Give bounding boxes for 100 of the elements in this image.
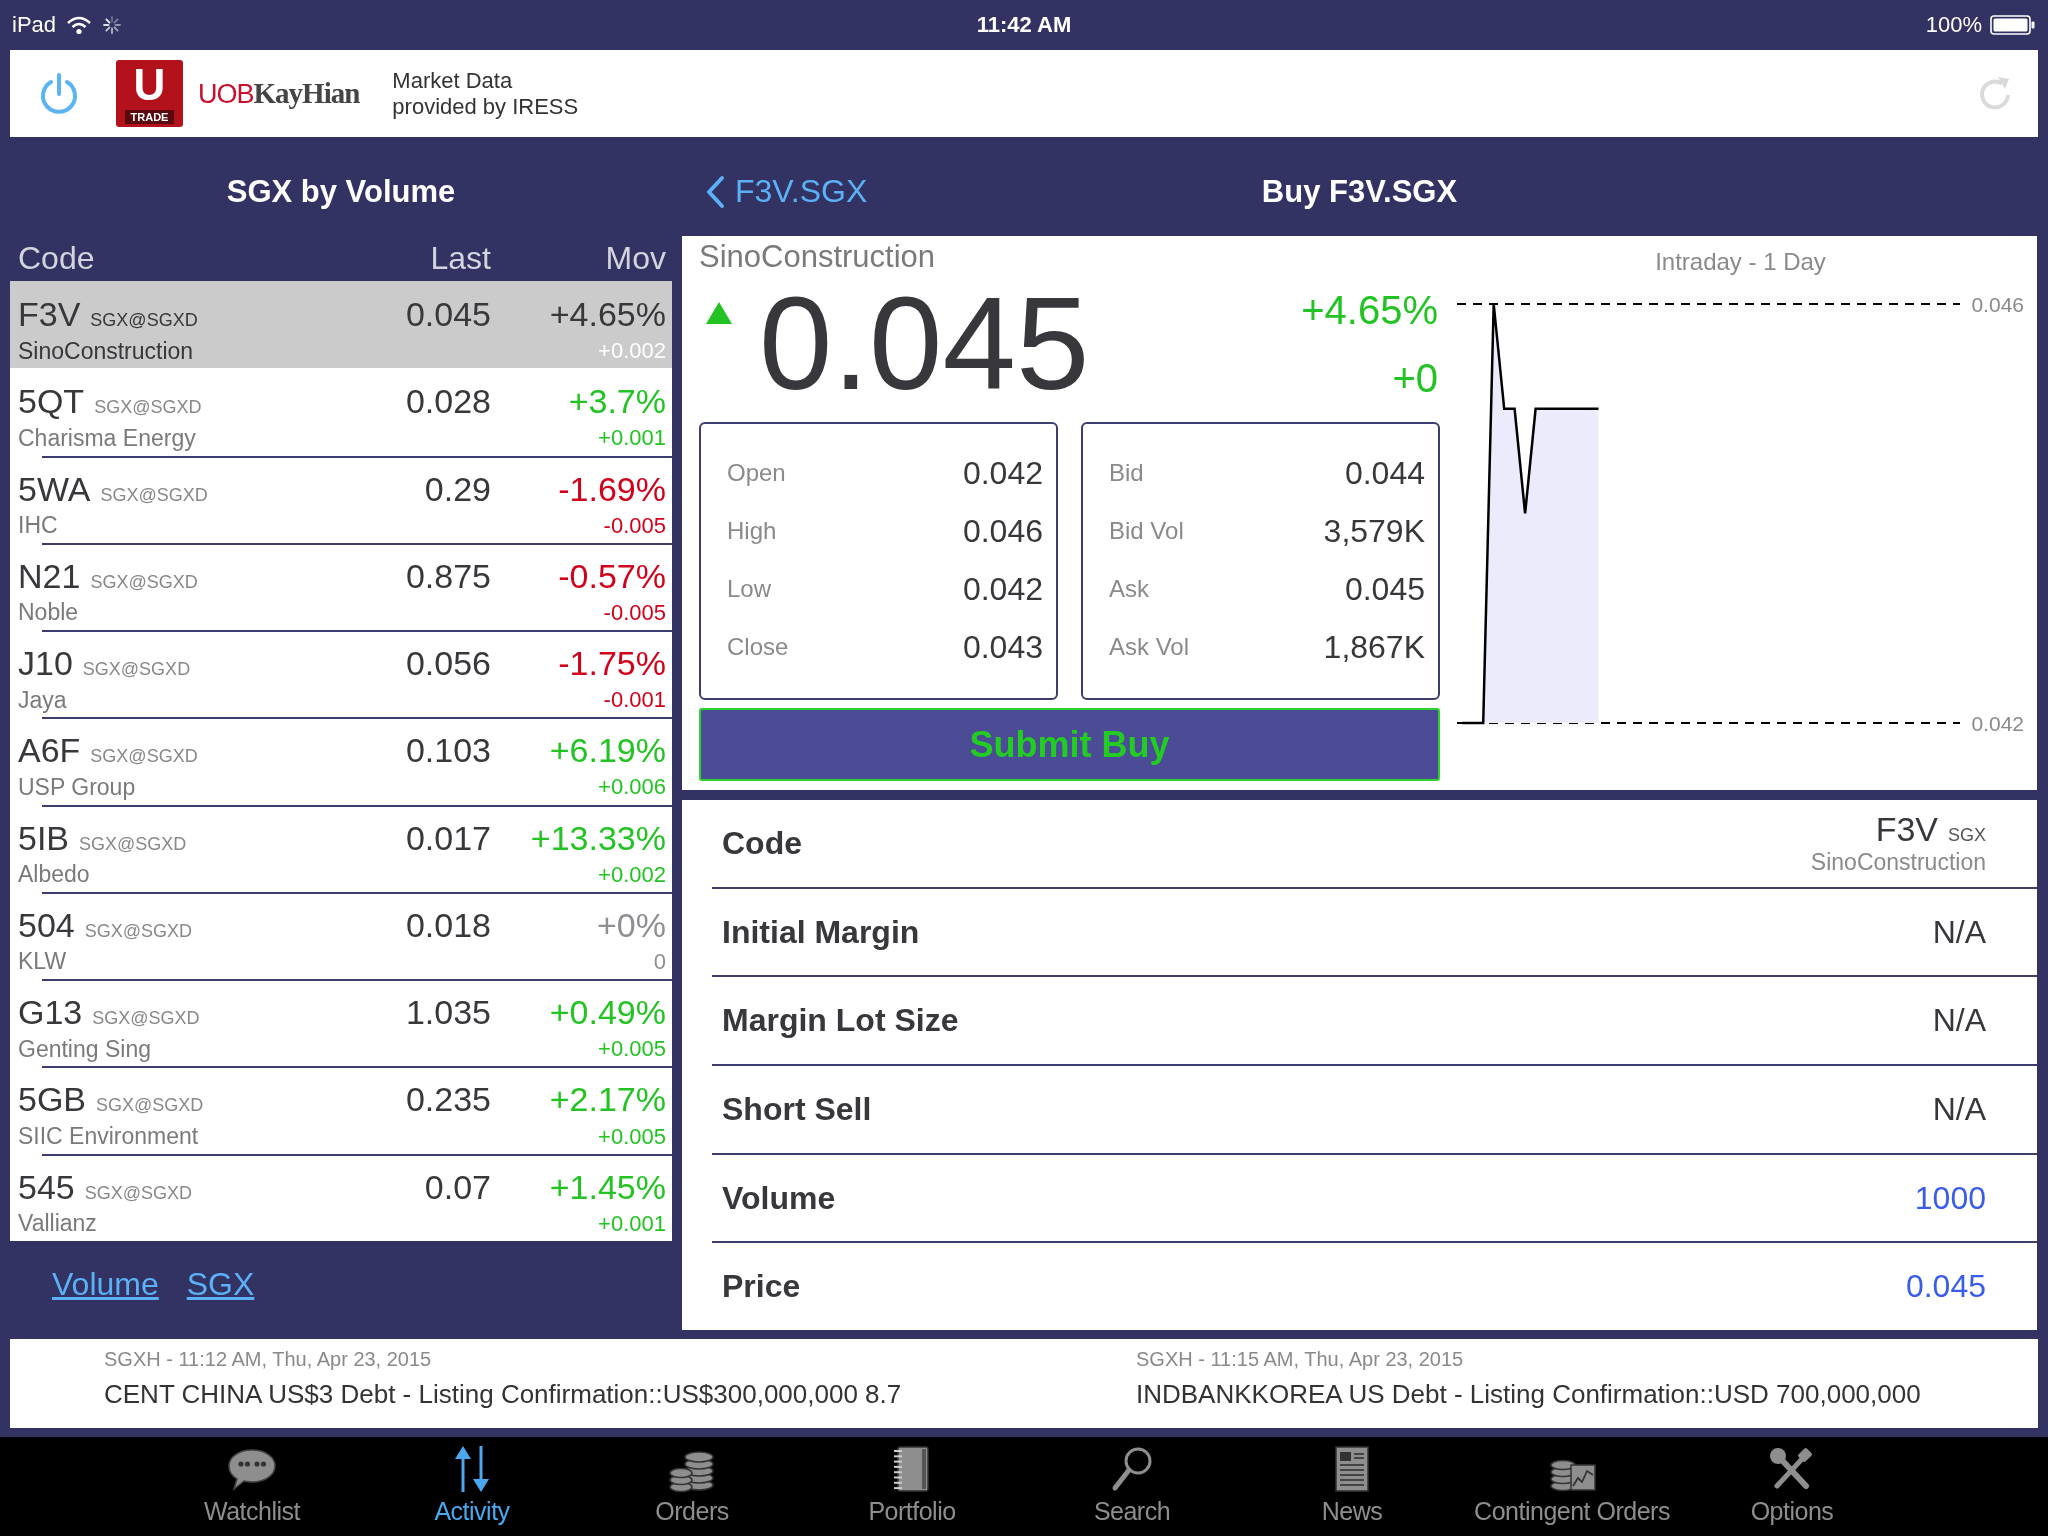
exchange-label: SGX@SGXD (100, 484, 208, 506)
change-value: +0.001 (598, 425, 666, 452)
wifi-icon (66, 15, 93, 35)
field-value: 0.046 (962, 512, 1043, 550)
exchange-label: SGX (1948, 825, 1986, 847)
stock-code: 5GB (18, 1080, 87, 1120)
field-label: Initial Margin (722, 913, 920, 951)
news-headline[interactable]: INDBANKKOREA US Debt - Listing Confirmation::USD 700,000,000 (1136, 1377, 1921, 1411)
filter-link[interactable]: SGX (186, 1265, 255, 1303)
change-percent: +0% (597, 905, 666, 945)
axis-label: 0.042 (1971, 711, 2024, 735)
tab-item[interactable]: Portfolio (802, 1437, 1022, 1536)
pane-title: SGX by Volume (226, 173, 456, 210)
provider-text: provided by IRESS (392, 93, 579, 120)
field-label: Ask Vol (1109, 633, 1190, 661)
exchange-label: SGX@SGXD (96, 1095, 204, 1117)
battery-icon (1990, 15, 2036, 35)
tab-item[interactable]: Activity (362, 1437, 582, 1536)
filter-link[interactable]: Volume (52, 1265, 159, 1303)
tab-item[interactable]: News (1242, 1437, 1462, 1536)
change-value: -0.005 (603, 599, 666, 626)
change-value: +0.001 (598, 1210, 666, 1237)
company-name: KLW (18, 948, 67, 976)
change-percent: +4.65% (1301, 287, 1438, 334)
change-value: 0 (653, 949, 666, 975)
company-name: Albedo (18, 861, 90, 889)
company-name: SinoConstruction (699, 238, 936, 276)
exchange-label: SGX@SGXD (84, 920, 193, 942)
change-value: +0 (1392, 355, 1438, 402)
exchange-label: SGX@SGXD (84, 1182, 193, 1204)
change-percent: +2.17% (549, 1080, 666, 1120)
news-headline[interactable]: CENT CHINA US$3 Debt - Listing Confirmation::US$300,000,000 8.7 (104, 1377, 902, 1411)
exchange-label: SGX@SGXD (82, 659, 191, 681)
change-value: +0.005 (598, 1036, 666, 1063)
field-label: Volume (722, 1179, 836, 1217)
chevron-left-icon (705, 174, 725, 209)
field-value: N/A (1932, 913, 1986, 951)
company-name: Charisma Energy (18, 424, 196, 452)
last-price: 1.035 (405, 993, 491, 1033)
field-value: N/A (1932, 1090, 1986, 1128)
change-percent: +3.7% (568, 382, 666, 422)
submit-button[interactable]: Submit Buy (699, 708, 1440, 781)
app-logo: U TRADE (116, 60, 183, 127)
change-percent: +13.33% (530, 818, 666, 858)
field-value: 0.043 (962, 628, 1043, 666)
field-label: Low (727, 575, 772, 603)
field-label: Bid Vol (1109, 517, 1184, 545)
field-value: N/A (1932, 1002, 1986, 1040)
tab-item[interactable]: Contingent Orders (1462, 1437, 1682, 1536)
field-label: Price (722, 1268, 801, 1306)
stock-code: 5IB (18, 818, 70, 858)
stock-code: N21 (18, 556, 81, 596)
clock-time: 11:42 AM (976, 12, 1072, 38)
exchange-label: SGX@SGXD (90, 746, 198, 768)
change-percent: +1.45% (549, 1167, 666, 1207)
company-name: Noble (18, 599, 79, 627)
last-price: 0.29 (424, 469, 491, 509)
change-value: -0.001 (603, 687, 666, 714)
exchange-label: SGX@SGXD (79, 833, 187, 855)
field-value: 1,867K (1323, 628, 1425, 666)
exchange-label: SGX@SGXD (90, 571, 198, 593)
chart-title: Intraday - 1 Day (1655, 248, 1826, 275)
field-label: Ask (1109, 575, 1149, 603)
field-value: 3,579K (1323, 512, 1425, 550)
field-label: Code (722, 824, 802, 862)
last-price: 0.018 (405, 905, 491, 945)
change-percent: -1.75% (558, 644, 666, 684)
stock-code: F3V (1875, 810, 1938, 850)
company-name: Jaya (18, 686, 67, 714)
pane-title: Buy F3V.SGX (1261, 173, 1458, 210)
last-price: 0.875 (405, 556, 491, 596)
column-header: Last (430, 240, 491, 277)
column-header: Code (18, 240, 95, 277)
spinner-icon (102, 15, 123, 35)
change-value: +0.005 (598, 1123, 666, 1150)
field-label: Short Sell (722, 1090, 872, 1128)
stock-code: G13 (18, 993, 83, 1033)
tab-item[interactable]: Search (1022, 1437, 1242, 1536)
field-value: 0.044 (1344, 454, 1425, 492)
input-field[interactable]: 1000 (1914, 1179, 1986, 1217)
company-name: Genting Sing (18, 1035, 151, 1063)
stock-code: 504 (18, 905, 75, 945)
change-value: +0.006 (598, 774, 666, 801)
news-meta: SGXH - 11:15 AM, Thu, Apr 23, 2015 (1136, 1347, 1464, 1371)
stock-code: J10 (18, 644, 73, 684)
exchange-label: SGX@SGXD (94, 397, 202, 419)
tab-item[interactable]: Options (1682, 1437, 1902, 1536)
device-label: iPad (12, 12, 57, 38)
company-name: IHC (18, 512, 58, 540)
last-price: 0.045 (759, 278, 1090, 410)
tab-item[interactable]: Orders (582, 1437, 802, 1536)
input-field[interactable]: 0.045 (1905, 1268, 1986, 1306)
company-name: SIIC Environment (18, 1123, 199, 1150)
tab-item[interactable]: Watchlist (142, 1437, 362, 1536)
last-price: 0.07 (424, 1167, 491, 1207)
news-meta: SGXH - 11:12 AM, Thu, Apr 23, 2015 (104, 1347, 432, 1371)
stock-code: 545 (18, 1167, 75, 1207)
back-link[interactable]: F3V.SGX (705, 173, 868, 210)
last-price: 0.235 (405, 1080, 491, 1120)
last-price: 0.028 (405, 382, 491, 422)
